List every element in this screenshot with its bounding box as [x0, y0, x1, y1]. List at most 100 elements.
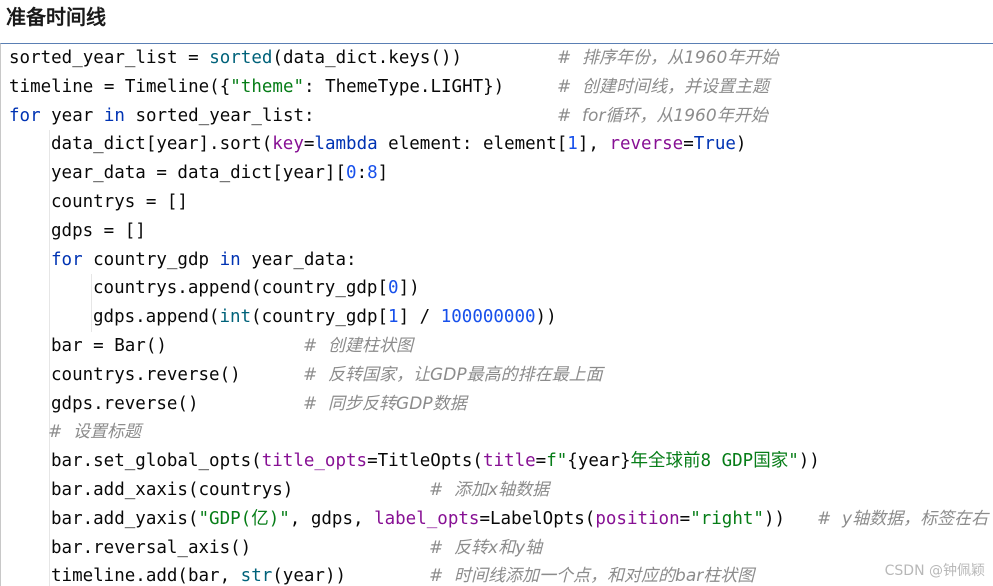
- code-token: 100000000: [440, 307, 536, 328]
- code-token: : ThemeType.LIGHT}): [304, 76, 505, 97]
- code-token: key: [272, 134, 304, 155]
- code-line: countrys.append(country_gdp[0]): [9, 274, 420, 303]
- code-comment: # 时间线添加一个点，和对应的bar柱状图: [429, 566, 755, 586]
- code-token: gdps.reverse(): [51, 393, 199, 414]
- code-token: countrys = []: [51, 192, 188, 212]
- code-token: True: [693, 134, 736, 155]
- code-line: sorted_year_list = sorted(data_dict.keys…: [9, 44, 462, 73]
- code-token: for: [51, 249, 83, 270]
- code-token: year_data:: [240, 249, 357, 270]
- code-comment: # 同步反转GDP数据: [303, 393, 467, 414]
- code-token: title_opts: [261, 451, 368, 472]
- code-token: title: [482, 451, 536, 472]
- code-token: bar.reversal_axis(): [51, 537, 252, 558]
- code-token: position: [595, 508, 680, 529]
- code-token: (data_dict.keys()): [272, 48, 463, 68]
- code-token: "right": [690, 508, 764, 529]
- code-token: label_opts: [374, 508, 480, 529]
- code-token: =: [303, 134, 315, 155]
- code-line: timeline.add(bar, str(year)): [9, 562, 346, 586]
- code-token: 8: [367, 163, 378, 184]
- code-line: bar.reversal_axis(): [9, 534, 251, 563]
- code-line: year_data = data_dict[year][0:8]: [9, 159, 388, 188]
- code-line: countrys = []: [9, 188, 188, 217]
- code-token: =TitleOpts(: [367, 451, 483, 472]
- code-token: bar.add_xaxis(countrys): [51, 480, 294, 500]
- code-line: for year in sorted_year_list:: [9, 102, 315, 131]
- code-token: sorted_year_list:: [124, 105, 315, 126]
- code-token: bar = Bar(): [51, 336, 167, 356]
- code-token: data_dict[year].sort(: [51, 134, 273, 155]
- code-comment: # 创建柱状图: [303, 336, 414, 356]
- code-line: bar.add_yaxis("GDP(亿)", gdps, label_opts…: [9, 505, 785, 534]
- code-token: (country_gdp[: [251, 307, 389, 328]
- code-comment: # 设置标题: [48, 422, 142, 443]
- code-token: :: [356, 163, 368, 184]
- code-token: ]: [377, 163, 389, 184]
- code-line: bar = Bar(): [9, 332, 167, 361]
- code-line: gdps.append(int(country_gdp[1] / 1000000…: [9, 303, 557, 332]
- code-token: str: [240, 566, 273, 586]
- code-token: sorted: [209, 48, 273, 68]
- section-heading: 准备时间线: [6, 5, 106, 29]
- code-line: countrys.reverse(): [9, 361, 241, 390]
- code-token: "GDP(亿)": [198, 508, 290, 529]
- code-token: year_data = data_dict[year][: [51, 163, 347, 184]
- code-token: year: [40, 105, 104, 126]
- code-token: )): [763, 508, 786, 529]
- code-token: (year)): [272, 566, 347, 586]
- code-token: =: [683, 134, 694, 155]
- code-token: bar.add_yaxis(: [51, 508, 199, 529]
- code-token: sorted_year_list =: [9, 48, 210, 68]
- code-block[interactable]: sorted_year_list = sorted(data_dict.keys…: [0, 43, 993, 586]
- code-comment: # 排序年份，从1960年开始: [557, 48, 779, 68]
- code-token: in: [219, 249, 241, 270]
- code-token: 0: [346, 163, 357, 184]
- code-token: =: [679, 508, 691, 529]
- code-line: timeline = Timeline({"theme": ThemeType.…: [9, 73, 504, 102]
- code-token: element: element[: [377, 134, 568, 155]
- code-token: countrys.append(country_gdp[: [93, 278, 389, 299]
- code-line: bar.add_xaxis(countrys): [9, 476, 293, 505]
- code-token: ]): [398, 278, 420, 299]
- code-token: =: [535, 451, 547, 472]
- code-token: ): [735, 134, 747, 155]
- code-token: timeline.add(bar,: [51, 566, 241, 586]
- code-token: , gdps,: [289, 508, 375, 529]
- code-token: "theme": [230, 76, 305, 97]
- code-comment: # y轴数据，标签在右: [817, 508, 989, 529]
- code-token: ] /: [398, 307, 441, 328]
- code-token: in: [103, 105, 125, 126]
- code-line: data_dict[year].sort(key=lambda element:…: [9, 130, 746, 159]
- code-token: gdps = []: [51, 220, 146, 241]
- code-token: country_gdp: [82, 249, 220, 270]
- code-token: f": [546, 451, 568, 472]
- code-comment: # for循环，从1960年开始: [557, 105, 768, 126]
- code-token: )): [535, 307, 557, 328]
- watermark: CSDN @钟佩颖: [884, 563, 985, 579]
- code-token: reverse: [609, 134, 684, 155]
- code-comment: # 创建时间线，并设置主题: [557, 76, 770, 97]
- code-token: =LabelOpts(: [479, 508, 596, 529]
- code-token: 1: [567, 134, 578, 155]
- code-token: for: [9, 105, 41, 126]
- code-token: timeline = Timeline({: [9, 76, 231, 97]
- code-line: gdps = []: [9, 217, 146, 246]
- code-line: gdps.reverse(): [9, 390, 199, 419]
- code-token: 1: [388, 307, 399, 328]
- code-token: )): [798, 451, 820, 472]
- code-token: bar.set_global_opts(: [51, 451, 262, 472]
- code-token: gdps.append(: [93, 307, 220, 328]
- code-line: for country_gdp in year_data:: [9, 246, 357, 275]
- code-token: 年全球前8 GDP国家": [630, 451, 799, 472]
- code-token: {year}: [567, 451, 631, 472]
- code-comment: # 反转国家，让GDP最高的排在最上面: [303, 364, 603, 385]
- code-token: ],: [577, 134, 610, 155]
- code-token: int: [219, 307, 252, 328]
- code-token: 0: [388, 278, 399, 299]
- code-comment: # 反转x和y轴: [429, 537, 543, 558]
- code-token: countrys.reverse(): [51, 364, 241, 385]
- code-token: lambda: [314, 134, 378, 155]
- code-comment: # 添加x轴数据: [429, 480, 550, 500]
